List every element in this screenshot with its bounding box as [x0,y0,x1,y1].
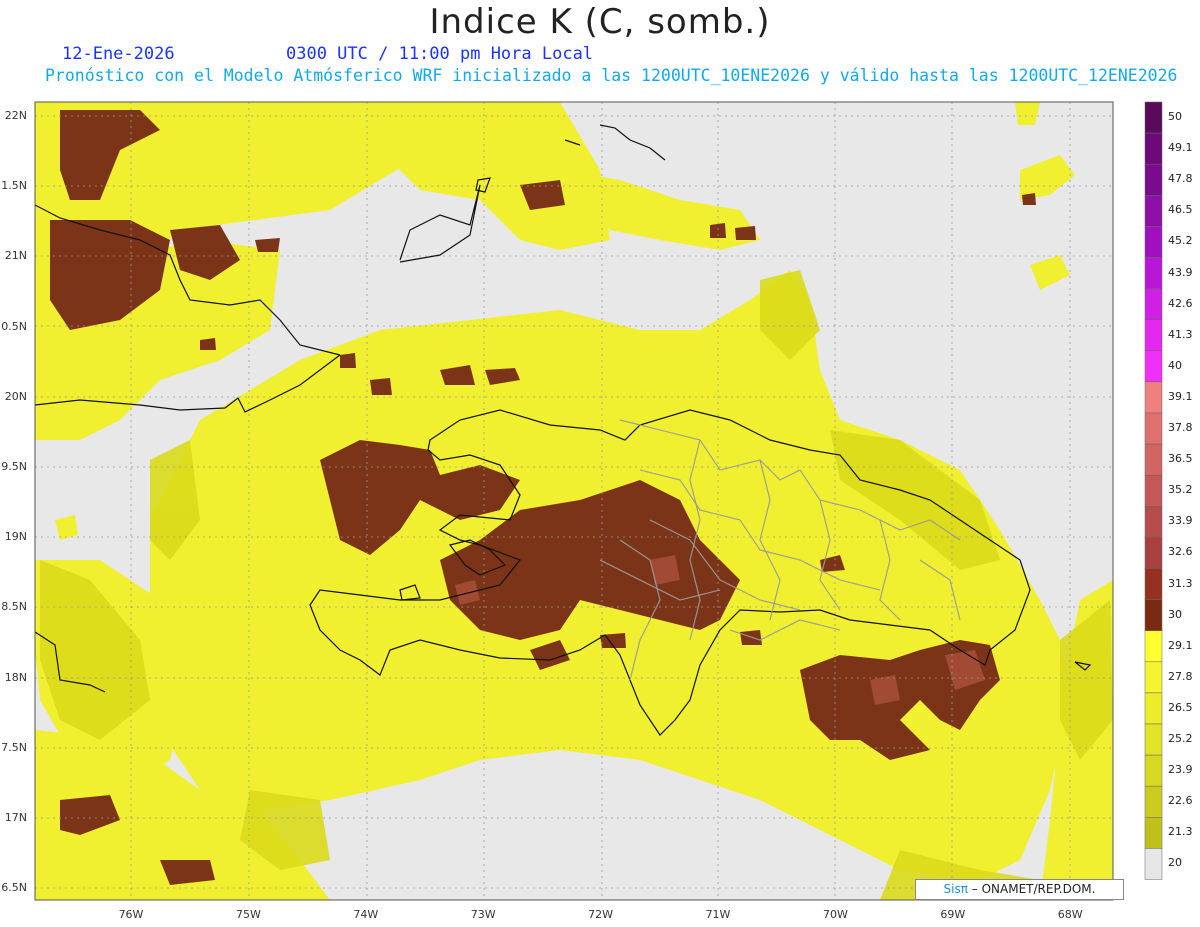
colorbar-label: 27.8 [1168,669,1193,683]
colorbar-swatch [1144,537,1163,569]
colorbar-swatch [1144,443,1163,476]
lon-label: 76W [118,908,144,921]
colorbar-label: 20 [1168,856,1182,870]
colorbar-swatch [1144,163,1163,196]
k-index-map [34,101,1163,901]
lon-label: 70W [822,908,848,921]
colorbar-label: 49.1 [1168,141,1193,155]
lon-label: 69W [940,908,966,921]
colorbar-label: 32.6 [1168,545,1193,559]
colorbar-label: 47.8 [1168,172,1193,186]
colorbar-label: 31.3 [1168,576,1193,590]
colorbar-label: 35.2 [1168,483,1193,497]
colorbar-swatch [1144,848,1163,880]
colorbar-label: 29.1 [1168,638,1193,652]
colorbar-swatch [1144,319,1163,352]
colorbar-swatch [1144,195,1163,227]
colorbar-swatch [1144,257,1163,289]
colorbar-swatch [1144,692,1163,725]
lat-label: 17N [4,811,27,824]
colorbar-label: 40 [1168,358,1182,372]
colorbar-swatch [1144,474,1163,507]
colorbar-label: 39.1 [1168,389,1193,403]
colorbar-label: 26.5 [1168,700,1193,714]
colorbar-label: 42.6 [1168,296,1193,310]
lon-label: 71W [705,908,731,921]
colorbar-swatch [1144,101,1163,134]
credit-brand: Sisπ [943,882,968,896]
lat-label: 9.5N [1,460,27,473]
colorbar-label: 41.3 [1168,327,1193,341]
lon-label: 75W [235,908,261,921]
colorbar-label: 22.6 [1168,794,1193,808]
lat-label: 8.5N [1,600,27,614]
colorbar-swatch [1144,723,1163,756]
lat-label: 19N [4,530,27,544]
colorbar-swatch [1144,568,1163,600]
colorbar-swatch [1144,599,1163,631]
lon-label: 73W [470,908,496,921]
colorbar-swatch [1144,381,1163,414]
colorbar [1144,101,1163,880]
lat-label: 22N [4,109,27,122]
colorbar-swatch [1144,288,1163,320]
lat-label: 0.5N [1,319,27,333]
lat-label: 6.5N [1,881,27,895]
colorbar-swatch [1144,412,1163,445]
colorbar-swatch [1144,630,1163,663]
colorbar-label: 45.2 [1168,234,1193,248]
lon-label: 68W [1057,908,1083,921]
colorbar-swatch [1144,506,1163,538]
credit-text: – ONAMET/REP.DOM. [971,882,1096,896]
colorbar-label: 43.9 [1168,265,1193,279]
colorbar-label: 50 [1168,110,1182,123]
colorbar-swatch [1144,350,1163,383]
colorbar-swatch [1144,785,1163,818]
colorbar-label: 25.2 [1168,732,1193,745]
colorbar-label: 36.5 [1168,452,1193,466]
lat-label: 7.5N [1,740,27,754]
colorbar-swatch [1144,817,1163,849]
lat-label: 18N [4,670,27,684]
colorbar-label: 46.5 [1168,203,1193,217]
lat-label: 21N [4,249,27,263]
colorbar-label: 37.8 [1168,421,1193,434]
colorbar-swatch [1144,226,1163,258]
colorbar-label: 33.9 [1168,514,1193,528]
colorbar-label: 23.9 [1168,763,1193,777]
colorbar-label: 30 [1168,607,1182,621]
colorbar-swatch [1144,754,1163,787]
colorbar-label: 21.3 [1168,825,1193,839]
lat-label: 1.5N [1,179,27,193]
colorbar-swatch [1144,132,1163,165]
lon-label: 74W [353,908,379,921]
credit-box: Sisπ – ONAMET/REP.DOM. [915,879,1124,900]
colorbar-swatch [1144,661,1163,694]
lon-label: 72W [588,908,614,921]
lat-label: 20N [4,389,27,403]
